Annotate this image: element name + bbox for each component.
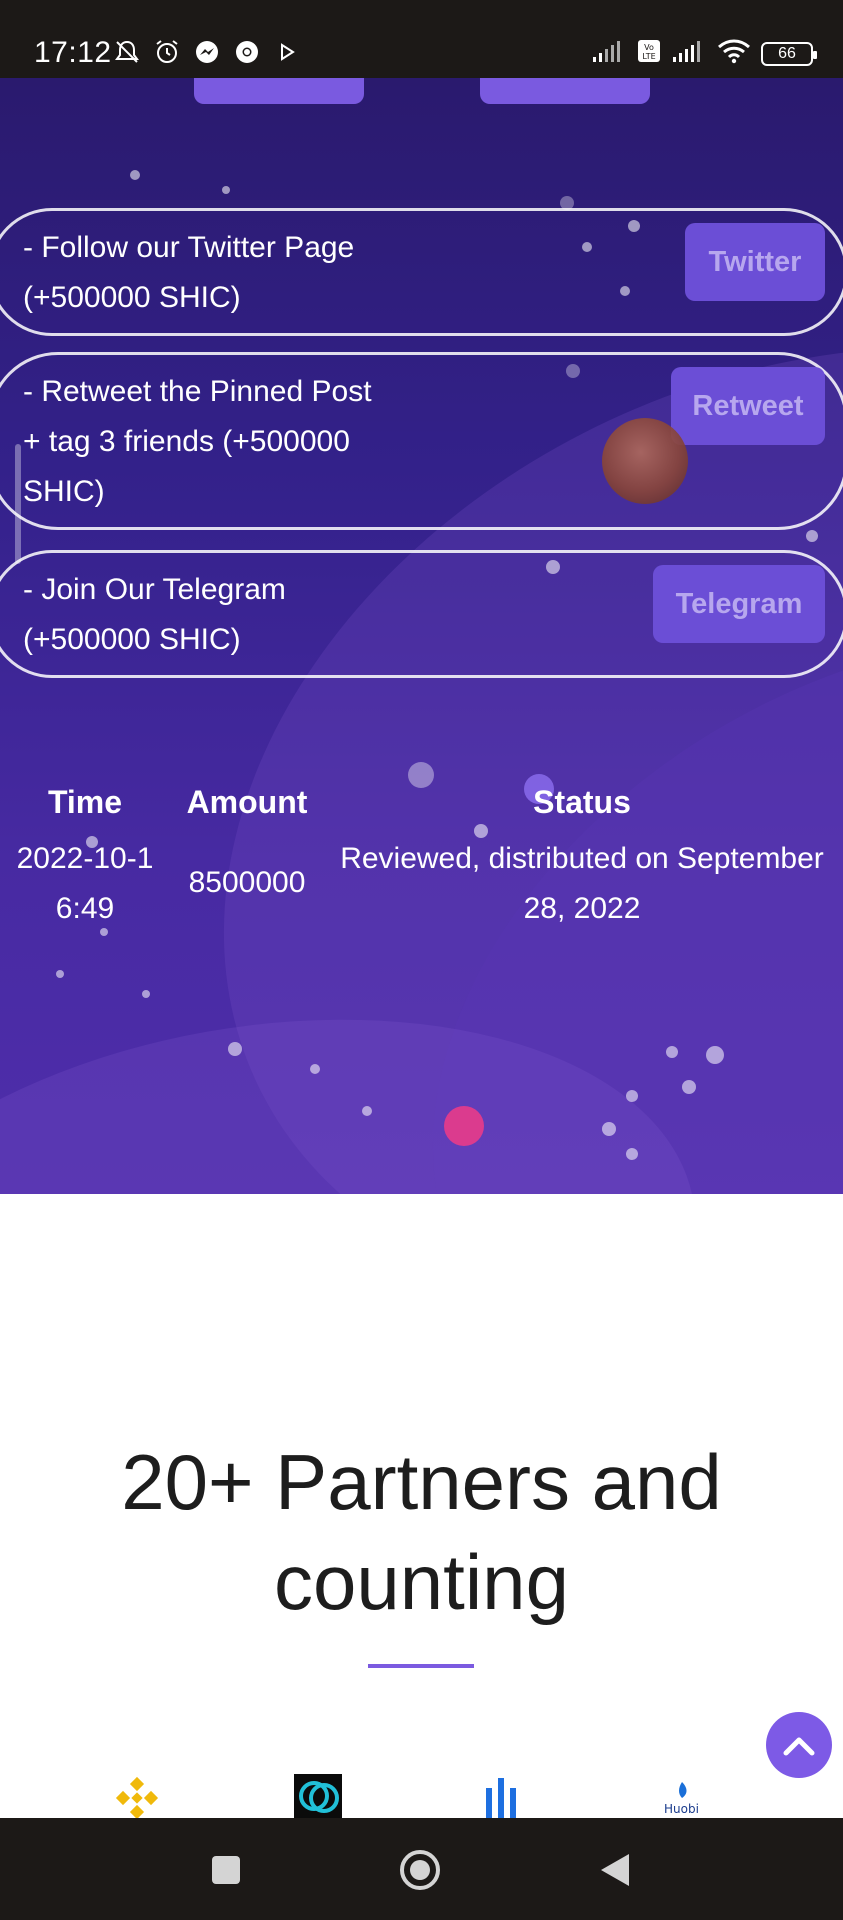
- twitter-button[interactable]: Twitter: [685, 223, 825, 301]
- task-text: - Follow our Twitter Page (+500000 SHIC): [23, 231, 355, 314]
- back-button[interactable]: [594, 1848, 638, 1892]
- table-cell-amount: 8500000: [188, 866, 306, 899]
- partners-title: 20+ Partners and counting: [121, 1438, 722, 1626]
- coinmarketcap-logo[interactable]: [486, 1776, 536, 1820]
- chrome-icon: [232, 37, 262, 67]
- title-underline: [368, 1664, 474, 1668]
- recents-button[interactable]: [204, 1848, 248, 1892]
- back-triangle-icon: [601, 1854, 629, 1886]
- binance-logo[interactable]: [112, 1776, 162, 1820]
- task-text: - Retweet the Pinned Post + tag 3 friend…: [23, 375, 372, 508]
- task-telegram-join: - Join Our Telegram (+500000 SHIC) Teleg…: [0, 550, 843, 678]
- battery-level: 66: [778, 44, 796, 62]
- mute-icon: [112, 37, 142, 67]
- task-twitter-follow: - Follow our Twitter Page (+500000 SHIC)…: [0, 208, 843, 336]
- signal-icon-2: [671, 39, 707, 68]
- table-cell-status: Reviewed, distributed on September 28, 2…: [340, 842, 824, 925]
- notification-icons: [112, 37, 302, 67]
- volte-icon: Vo LTE: [637, 39, 661, 68]
- retweet-button[interactable]: Retweet: [671, 367, 825, 445]
- play-icon: [272, 37, 302, 67]
- top-button-2[interactable]: [480, 78, 650, 104]
- task-text: - Join Our Telegram (+500000 SHIC): [23, 573, 286, 656]
- table-header-time: Time: [47, 784, 123, 820]
- huobi-logo[interactable]: Huobi: [660, 1776, 706, 1820]
- circle-icon: [400, 1850, 440, 1890]
- top-button-1[interactable]: [194, 78, 364, 104]
- home-button[interactable]: [398, 1848, 442, 1892]
- battery-icon: 66: [761, 41, 817, 66]
- table-header-status: Status: [533, 784, 631, 820]
- floating-avatar-image: [602, 418, 688, 504]
- svg-text:Vo: Vo: [644, 43, 654, 52]
- gemini-logo[interactable]: [294, 1774, 342, 1820]
- messenger-icon: [192, 37, 222, 67]
- huobi-label: Huobi: [664, 1802, 699, 1816]
- signal-icon: [591, 39, 627, 68]
- table-cell-time: 2022-10-1 6:49: [16, 842, 154, 925]
- telegram-button[interactable]: Telegram: [653, 565, 825, 643]
- status-bar: 17:12 Vo LTE 66: [0, 0, 843, 78]
- task-retweet: - Retweet the Pinned Post + tag 3 friend…: [0, 352, 843, 530]
- scroll-to-top-button[interactable]: [766, 1712, 832, 1778]
- square-icon: [212, 1856, 240, 1884]
- chevron-up-icon: [783, 1737, 815, 1756]
- system-nav-bar: [0, 1818, 843, 1920]
- scroll-indicator: [15, 444, 21, 564]
- alarm-icon: [152, 37, 182, 67]
- wifi-icon: [717, 38, 751, 69]
- status-time: 17:12: [34, 36, 112, 69]
- airdrop-tasks-section: - Follow our Twitter Page (+500000 SHIC)…: [0, 78, 843, 1194]
- table-header-amount: Amount: [186, 784, 308, 820]
- svg-text:LTE: LTE: [642, 52, 655, 61]
